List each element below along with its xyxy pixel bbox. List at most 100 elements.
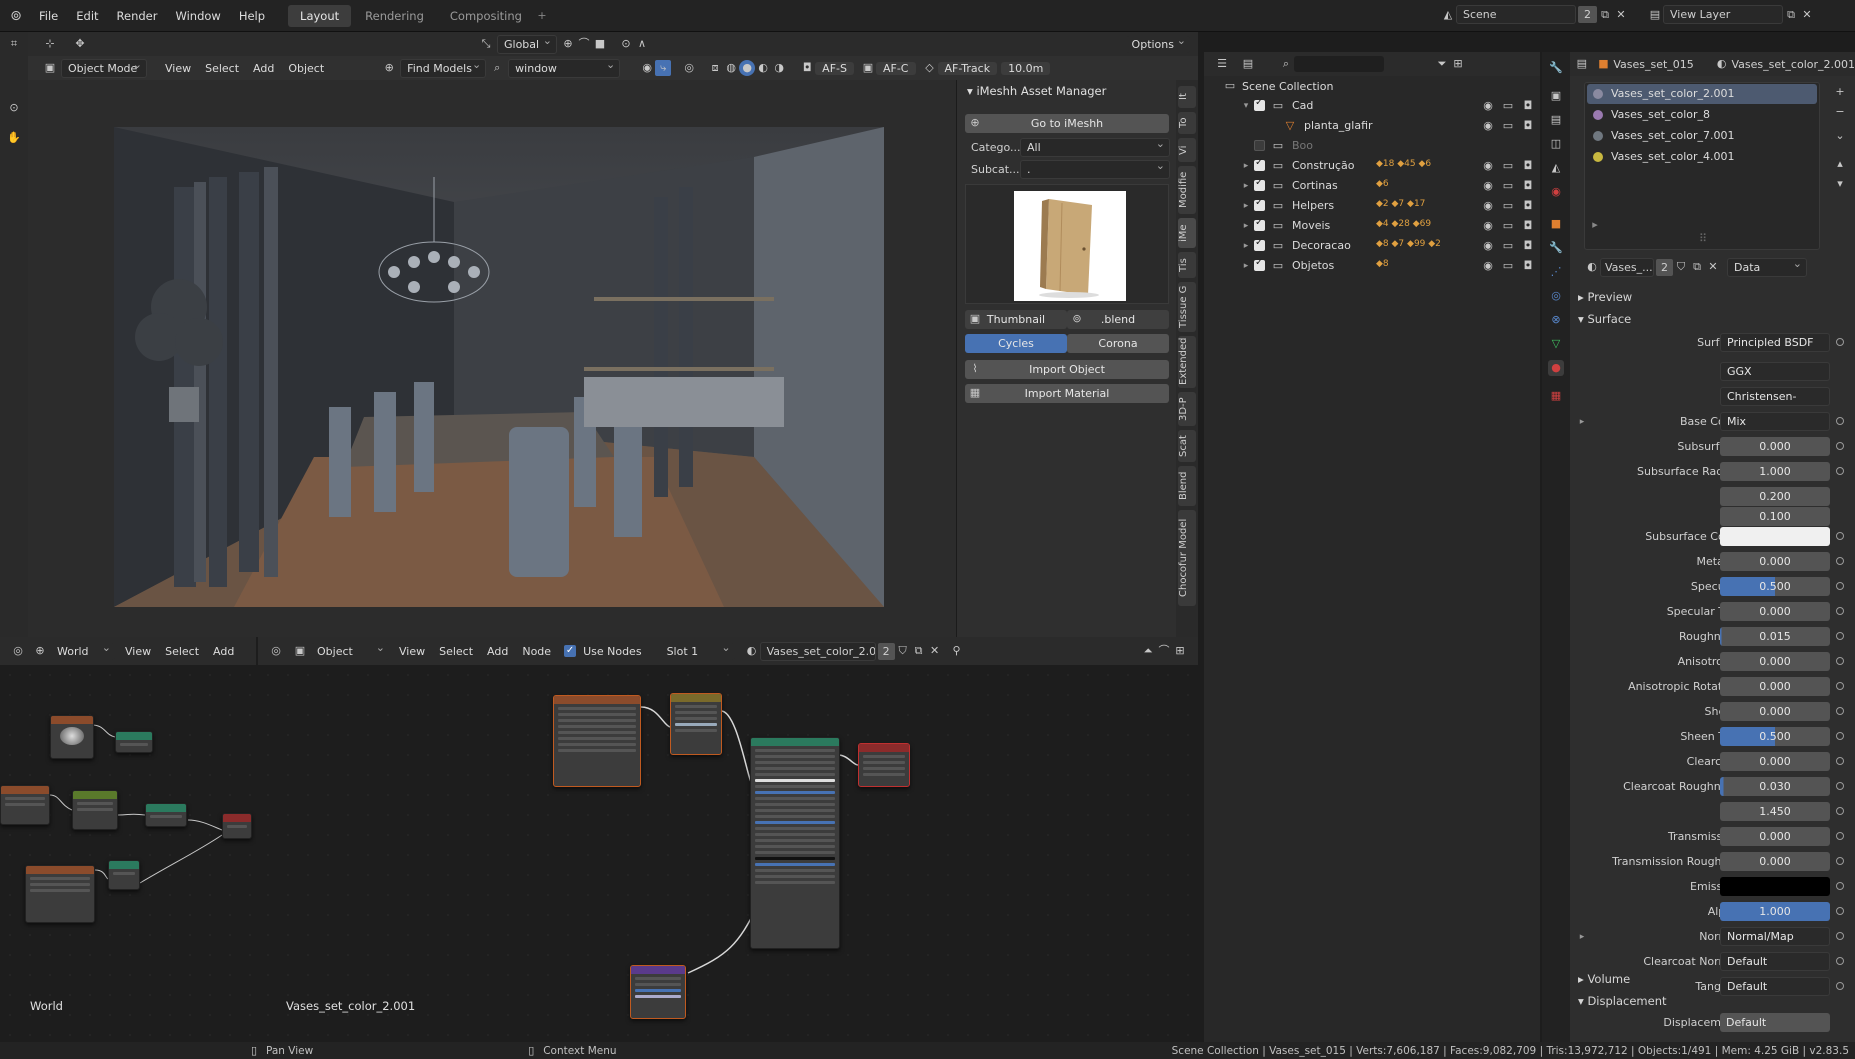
- copy-scene-icon[interactable]: ⧉: [1597, 7, 1613, 23]
- render-camera-icon[interactable]: ◘: [1520, 98, 1536, 114]
- material-output-node[interactable]: [858, 743, 910, 787]
- snap-icon[interactable]: ⌒: [576, 36, 592, 52]
- viewport-menu-object[interactable]: Object: [281, 62, 331, 75]
- property-value-field[interactable]: 0.000: [1720, 602, 1830, 621]
- tab-compositing[interactable]: Compositing: [438, 5, 534, 27]
- asset-search-input[interactable]: window: [508, 58, 621, 78]
- property-value-field[interactable]: 1.450: [1720, 802, 1830, 821]
- blend-button[interactable]: ⊚ .blend: [1067, 310, 1169, 329]
- pivot-icon[interactable]: ⊕: [560, 36, 576, 52]
- world-menu-select[interactable]: Select: [158, 645, 206, 658]
- collection-checkbox[interactable]: [1254, 217, 1265, 231]
- node-menu-view[interactable]: View: [392, 645, 432, 658]
- displacement-field[interactable]: Default: [1720, 1013, 1830, 1032]
- unlink-material-icon[interactable]: ✕: [1705, 259, 1721, 275]
- displacement-section[interactable]: ▾ Displacement: [1570, 990, 1855, 1012]
- node-editor-type-icon[interactable]: ◎: [10, 643, 26, 659]
- overlay-icon[interactable]: ◎: [681, 60, 697, 76]
- expand-arrow-icon[interactable]: [1238, 138, 1254, 154]
- new-collection-icon[interactable]: ⊞: [1450, 56, 1466, 72]
- property-value-field[interactable]: 0.100: [1720, 507, 1830, 526]
- viewport-menu-select[interactable]: Select: [198, 62, 246, 75]
- menu-window[interactable]: Window: [166, 9, 229, 23]
- outliner-item[interactable]: ▽ planta_glafir ◉ ▭ ◘: [1204, 116, 1540, 136]
- pin-icon[interactable]: ⚲: [949, 643, 965, 659]
- globe-icon[interactable]: ⊕: [381, 60, 397, 76]
- shading-material-icon[interactable]: ◐: [755, 60, 771, 76]
- input-socket-icon[interactable]: [1836, 732, 1844, 740]
- normal-map-node[interactable]: [630, 965, 686, 1019]
- side-tab-modifier[interactable]: Modifie: [1178, 166, 1196, 214]
- add-slot-icon[interactable]: +: [1832, 84, 1848, 100]
- tool-tab-icon[interactable]: 🔧: [1548, 60, 1564, 76]
- outliner-item[interactable]: ▸▭Cortinas◆6◉▭◘: [1204, 176, 1540, 196]
- material-slot-item[interactable]: Vases_set_color_4.001: [1587, 147, 1817, 167]
- scene-icon[interactable]: ◭: [1440, 7, 1456, 23]
- outliner-scene-collection[interactable]: ▭ Scene Collection: [1204, 76, 1540, 96]
- af-s-button[interactable]: AF-S: [815, 61, 854, 75]
- properties-editor-icon[interactable]: ▤: [1576, 56, 1588, 72]
- data-tab-icon[interactable]: ▽: [1548, 336, 1564, 352]
- menu-file[interactable]: File: [30, 9, 67, 23]
- slot-dropdown[interactable]: Slot 1: [660, 641, 735, 660]
- view-layer-tab-icon[interactable]: ◫: [1548, 136, 1564, 152]
- node-menu-select[interactable]: Select: [432, 645, 480, 658]
- input-socket-icon[interactable]: [1836, 417, 1844, 425]
- input-socket-icon[interactable]: [1836, 657, 1844, 665]
- render-camera-icon[interactable]: ◘: [1520, 258, 1536, 274]
- property-value-field[interactable]: 1.000: [1720, 462, 1830, 481]
- viewport-display-icon[interactable]: ▭: [1500, 158, 1516, 174]
- image-texture-node[interactable]: [553, 695, 641, 787]
- expand-arrow-icon[interactable]: ▸: [1238, 238, 1254, 254]
- outliner-item[interactable]: ▸▭Helpers◆2 ◆7 ◆17◉▭◘: [1204, 196, 1540, 216]
- shading-wireframe-icon[interactable]: ◍: [723, 60, 739, 76]
- side-tab-tis[interactable]: Tis: [1178, 252, 1196, 278]
- input-socket-icon[interactable]: [1836, 607, 1844, 615]
- viewport-display-icon[interactable]: ▭: [1500, 98, 1516, 114]
- input-socket-icon[interactable]: [1836, 582, 1844, 590]
- input-socket-icon[interactable]: [1836, 707, 1844, 715]
- color-swatch[interactable]: [1720, 527, 1830, 546]
- shader-type-dropdown[interactable]: Object: [311, 641, 389, 660]
- snap-target-icon[interactable]: ■: [592, 36, 608, 52]
- world-node-editor[interactable]: World: [0, 665, 256, 1043]
- hand-tool-icon[interactable]: ✋: [6, 130, 22, 146]
- copy-view-layer-icon[interactable]: ⧉: [1783, 7, 1799, 23]
- world-output-node[interactable]: [222, 813, 252, 839]
- viewport-display-icon[interactable]: ▭: [1500, 178, 1516, 194]
- outliner-item[interactable]: ▾▭Cad◉▭◘: [1204, 96, 1540, 116]
- render-tab-icon[interactable]: ▣: [1548, 88, 1564, 104]
- visibility-eye-icon[interactable]: ◉: [1480, 218, 1496, 234]
- menu-edit[interactable]: Edit: [67, 9, 107, 23]
- snap-node-icon[interactable]: ⌒: [1156, 643, 1172, 659]
- side-tab-vi[interactable]: Vi: [1178, 138, 1196, 162]
- input-socket-icon[interactable]: [1836, 932, 1844, 940]
- world-node-2[interactable]: [115, 731, 153, 753]
- principled-bsdf-node[interactable]: [750, 737, 840, 949]
- material-slot-item[interactable]: Vases_set_color_8: [1587, 105, 1817, 125]
- material-browse-icon-2[interactable]: ◐: [744, 643, 760, 659]
- viewport-display-icon[interactable]: ▭: [1500, 238, 1516, 254]
- property-value-field[interactable]: 1.000: [1720, 902, 1830, 921]
- go-to-imeshh-button[interactable]: ⊕ Go to iMeshh: [965, 114, 1169, 133]
- collection-checkbox[interactable]: [1254, 177, 1265, 191]
- world-node-4[interactable]: [72, 790, 118, 830]
- outliner-item[interactable]: ▸▭Moveis◆4 ◆28 ◆69◉▭◘: [1204, 216, 1540, 236]
- expand-arrow-icon[interactable]: ▸: [1238, 158, 1254, 174]
- property-dropdown[interactable]: Normal/Map: [1720, 927, 1830, 946]
- object-tab-icon[interactable]: ■: [1548, 216, 1564, 232]
- collection-checkbox[interactable]: [1254, 237, 1265, 251]
- viewport-display-icon[interactable]: ▭: [1500, 118, 1516, 134]
- find-models-dropdown[interactable]: Find Models: [400, 58, 487, 78]
- asset-thumbnail[interactable]: [965, 184, 1169, 304]
- material-slot-item[interactable]: Vases_set_color_2.001: [1587, 84, 1817, 104]
- world-node-5[interactable]: [145, 803, 187, 827]
- input-socket-icon[interactable]: [1836, 957, 1844, 965]
- property-dropdown[interactable]: Christensen-Burley: [1720, 387, 1830, 406]
- viewport-display-icon[interactable]: ▭: [1500, 218, 1516, 234]
- move-slot-down-icon[interactable]: ▾: [1832, 176, 1848, 192]
- side-tab-3d-print[interactable]: 3D-P: [1178, 392, 1196, 426]
- expand-arrow-icon[interactable]: ▸: [1238, 218, 1254, 234]
- side-tab-tissue-g[interactable]: Tissue G: [1178, 282, 1196, 332]
- property-dropdown[interactable]: GGX: [1720, 362, 1830, 381]
